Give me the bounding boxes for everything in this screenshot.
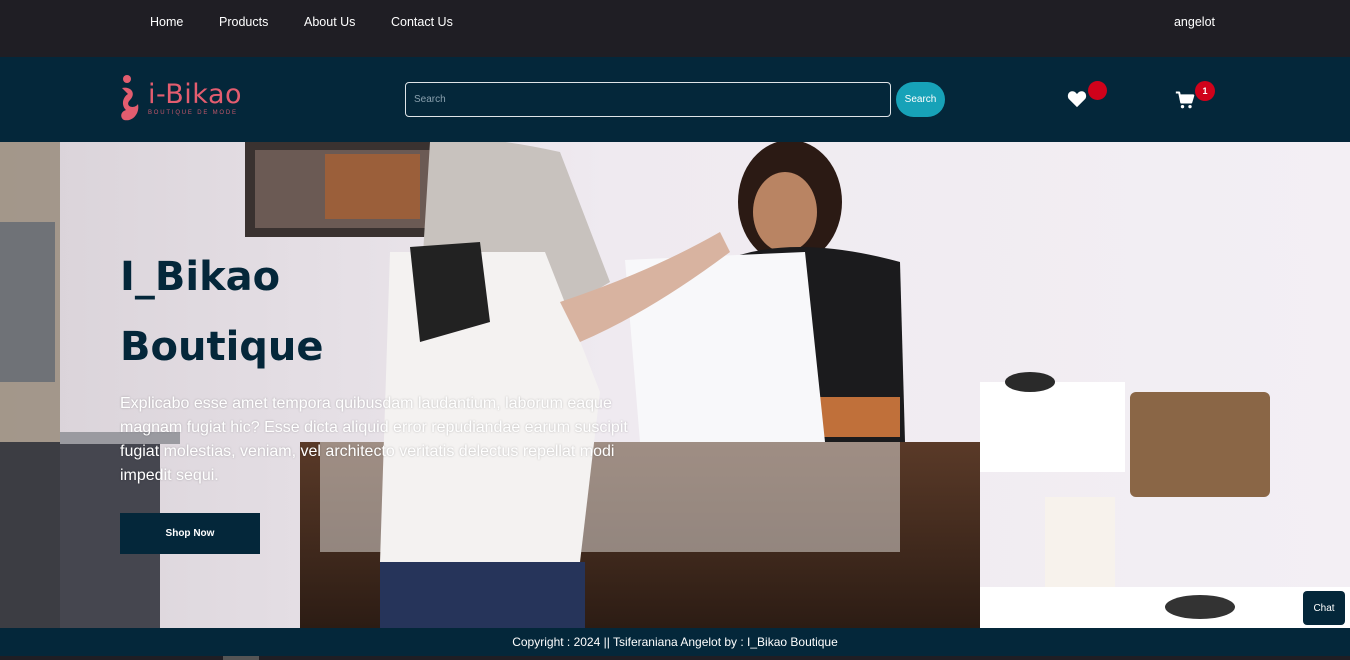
horizontal-scrollbar-thumb[interactable]	[223, 656, 259, 660]
nav-products-link[interactable]: Products	[219, 15, 304, 29]
search-bar: Search	[405, 82, 945, 117]
footer: Copyright : 2024 || Tsiferaniana Angelot…	[0, 628, 1350, 656]
shopping-cart-icon	[1175, 91, 1195, 109]
logo-figure-icon	[121, 75, 139, 121]
nav-home-link[interactable]: Home	[150, 15, 219, 29]
chat-button[interactable]: Chat	[1303, 591, 1345, 625]
cart-badge: 1	[1195, 81, 1215, 101]
search-input[interactable]	[405, 82, 891, 117]
nav-contact-link[interactable]: Contact Us	[391, 15, 453, 29]
cart-button[interactable]: 1	[1175, 81, 1215, 115]
wishlist-button[interactable]	[1067, 81, 1107, 113]
top-navbar: Home Products About Us Contact Us angelo…	[0, 0, 1350, 57]
logo-text: i-Bikao	[148, 79, 243, 110]
hero-title: I_Bikao Boutique	[120, 242, 324, 382]
heart-icon	[1067, 91, 1087, 108]
user-name[interactable]: angelot	[1174, 15, 1215, 29]
hero-background-image	[0, 142, 1350, 628]
hero-banner: I_Bikao Boutique Explicabo esse amet tem…	[0, 142, 1350, 628]
hero-description: Explicabo esse amet tempora quibusdam la…	[120, 395, 628, 484]
hero-title-line2: Boutique	[120, 324, 324, 370]
logo-tagline: BOUTIQUE DE MODE	[148, 110, 238, 116]
footer-copyright: Copyright : 2024 || Tsiferaniana Angelot…	[512, 635, 838, 649]
shop-now-button[interactable]: Shop Now	[120, 513, 260, 554]
nav-links: Home Products About Us Contact Us	[150, 15, 453, 29]
hero-title-line1: I_Bikao	[120, 254, 281, 300]
bottom-scroll-strip	[0, 656, 1350, 660]
header-bar: i-Bikao BOUTIQUE DE MODE Search 1	[0, 57, 1350, 142]
search-button[interactable]: Search	[896, 82, 945, 117]
site-logo[interactable]: i-Bikao BOUTIQUE DE MODE	[118, 74, 242, 124]
nav-about-link[interactable]: About Us	[304, 15, 391, 29]
wishlist-badge	[1088, 81, 1107, 100]
